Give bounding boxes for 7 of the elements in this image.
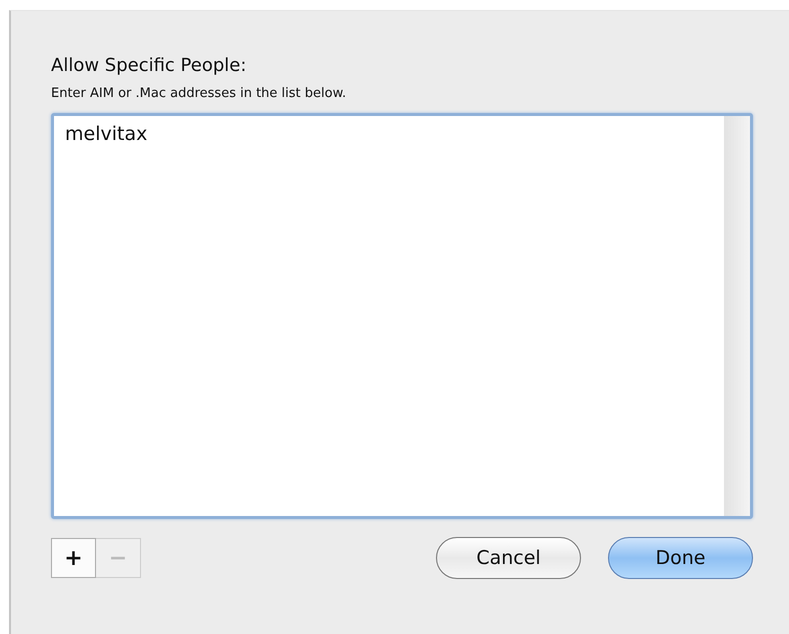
address-list[interactable]: melvitax bbox=[51, 113, 753, 519]
add-button[interactable]: + bbox=[51, 538, 96, 578]
done-button[interactable]: Done bbox=[608, 537, 753, 579]
section-heading: Allow Specific People: bbox=[51, 55, 246, 76]
cancel-button[interactable]: Cancel bbox=[436, 537, 581, 579]
instructions-text: Enter AIM or .Mac addresses in the list below. bbox=[51, 86, 346, 101]
address-item[interactable]: melvitax bbox=[63, 122, 150, 146]
